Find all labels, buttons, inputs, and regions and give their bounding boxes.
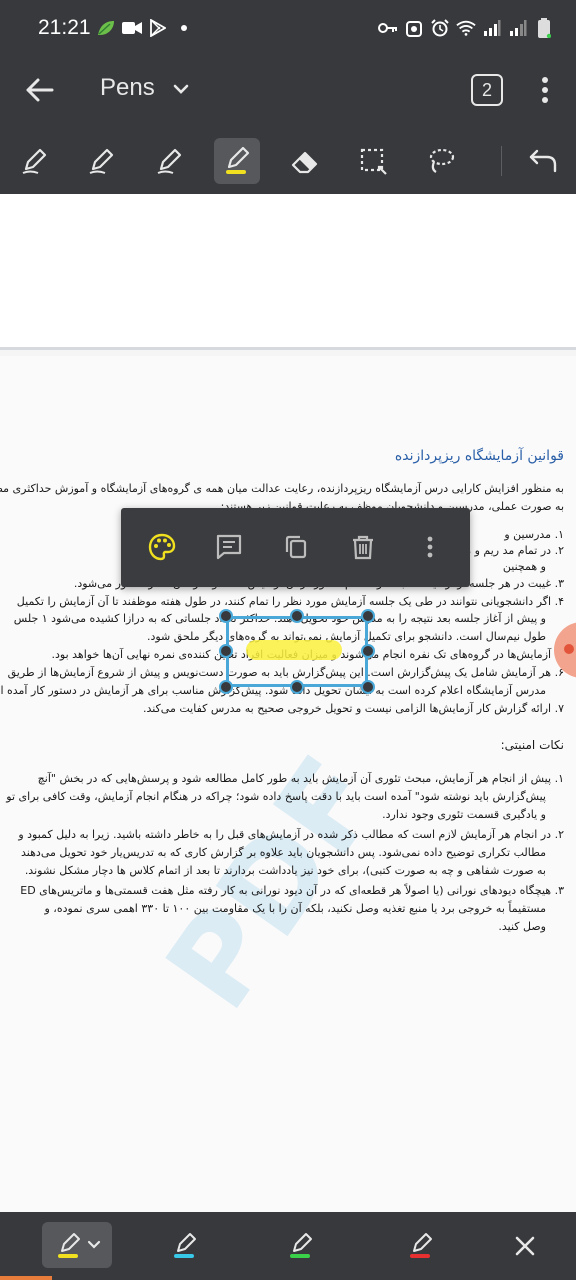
selection-box[interactable]: [226, 616, 368, 687]
lasso-icon: [429, 148, 455, 173]
safety-3-cont: مستقیماً به خروجی برد یا منبع تغذیه وصل …: [44, 902, 546, 915]
resize-handle[interactable]: [361, 609, 375, 623]
lasso-tool-button[interactable]: [418, 138, 464, 184]
document-title: قوانین آزمایشگاه ریزپردازنده: [394, 448, 564, 464]
resize-handle[interactable]: [219, 609, 233, 623]
battery-icon: [534, 18, 554, 38]
close-icon[interactable]: [508, 1229, 542, 1263]
rule-1: ۱. مدرسین و: [504, 528, 564, 541]
tool-mode-title[interactable]: Pens: [100, 74, 155, 102]
system-icons: [378, 18, 554, 38]
resize-handle[interactable]: [361, 680, 375, 694]
pen-preset-cyan[interactable]: [150, 1222, 220, 1268]
safety-1-cont: پیش‌گزارش باید نوشته شود" آمده است باید …: [6, 790, 546, 803]
video-camera-icon: [122, 18, 142, 38]
status-bar: 21:21: [0, 0, 576, 52]
more-vert-icon[interactable]: [413, 530, 447, 564]
safety-3-cont: وصل کنید.: [498, 920, 546, 933]
vpn-key-icon: [378, 18, 398, 38]
safety-1: ۱. پیش از انجام هر آزمایش، مبحث تئوری آن…: [37, 772, 564, 785]
pen-icon: [89, 148, 114, 174]
palette-icon[interactable]: [145, 530, 179, 564]
delete-icon[interactable]: [346, 530, 380, 564]
pen-icon: [22, 148, 47, 174]
pen-tray: [0, 1212, 576, 1280]
security-icon: [404, 18, 424, 38]
page-count-button[interactable]: 2: [471, 74, 503, 106]
rule-7: ۷. ارائه گزارش کار آزمایش‌ها الزامی نیست…: [142, 702, 564, 715]
dot-icon: [564, 644, 574, 654]
leaf-icon: [96, 18, 116, 38]
pen-tool-2-button[interactable]: [78, 138, 124, 184]
nav-indicator: [0, 1276, 52, 1280]
pen-icon: [157, 148, 182, 174]
highlighter-tool-button[interactable]: [214, 138, 260, 184]
safety-3: ۳. هیچگاه دیودهای نورانی (یا اصولاً هر ق…: [20, 884, 564, 897]
eraser-tool-button[interactable]: [282, 138, 328, 184]
resize-handle[interactable]: [361, 644, 375, 658]
play-store-icon: [148, 18, 168, 38]
toolbar-divider: [501, 146, 502, 176]
pen-preset-red[interactable]: [386, 1222, 456, 1268]
resize-handle[interactable]: [219, 644, 233, 658]
select-rect-icon: [360, 148, 387, 175]
pen-tool-3-button[interactable]: [146, 138, 192, 184]
annotation-context-menu: [121, 508, 470, 587]
alarm-icon: [430, 18, 450, 38]
copy-icon[interactable]: [279, 530, 313, 564]
pen-preset-green[interactable]: [266, 1222, 336, 1268]
signal-icon: [482, 18, 502, 38]
document-canvas[interactable]: PDF قوانین آزمایشگاه ریزپردازنده به منظو…: [0, 194, 576, 1212]
chevron-down-icon[interactable]: [170, 78, 192, 100]
resize-handle[interactable]: [290, 609, 304, 623]
rect-select-tool-button[interactable]: [350, 138, 396, 184]
safety-1-cont: و یادگیری قسمت تئوری وجود ندارد.: [382, 808, 546, 821]
wifi-icon: [456, 18, 476, 38]
rule-2-cont: و همچنین: [502, 560, 546, 573]
eraser-icon: [291, 151, 318, 174]
safety-title: نکات امنیتی:: [500, 738, 564, 752]
pen-tool-button[interactable]: [11, 138, 57, 184]
comment-icon[interactable]: [212, 530, 246, 564]
safety-2-cont: مطالب تکراری توضیح داده نمی‌شود. پس دانش…: [21, 846, 546, 859]
safety-2-cont: به صورت شفاهی و چه به صورت کتبی)، برای خ…: [24, 864, 546, 877]
page-count: 2: [481, 79, 492, 100]
page-1-bottom: [0, 194, 576, 350]
resize-handle[interactable]: [219, 680, 233, 694]
pen-preset-yellow[interactable]: [42, 1222, 112, 1268]
more-vert-icon[interactable]: [532, 72, 558, 108]
back-button[interactable]: [20, 70, 60, 110]
annotation-toolbar: [0, 126, 576, 194]
intro-line: به منظور افزایش کارایی درس آزمایشگاه ریز…: [0, 482, 564, 495]
dot-icon: [174, 18, 194, 38]
notification-icons: [96, 18, 194, 38]
signal-icon: [508, 18, 528, 38]
arrow-back-icon: [26, 78, 54, 102]
safety-2: ۲. در انجام هر آزمایش لازم است که مطالب …: [18, 828, 564, 841]
undo-icon: [529, 149, 557, 173]
rule-4: ۴. اگر دانشجویانی نتوانند در طی یک جلسه …: [16, 595, 564, 608]
undo-button[interactable]: [520, 138, 566, 184]
highlighter-icon: [226, 146, 250, 174]
resize-handle[interactable]: [290, 680, 304, 694]
app-bar: Pens 2: [0, 52, 576, 126]
clock: 21:21: [38, 16, 91, 39]
